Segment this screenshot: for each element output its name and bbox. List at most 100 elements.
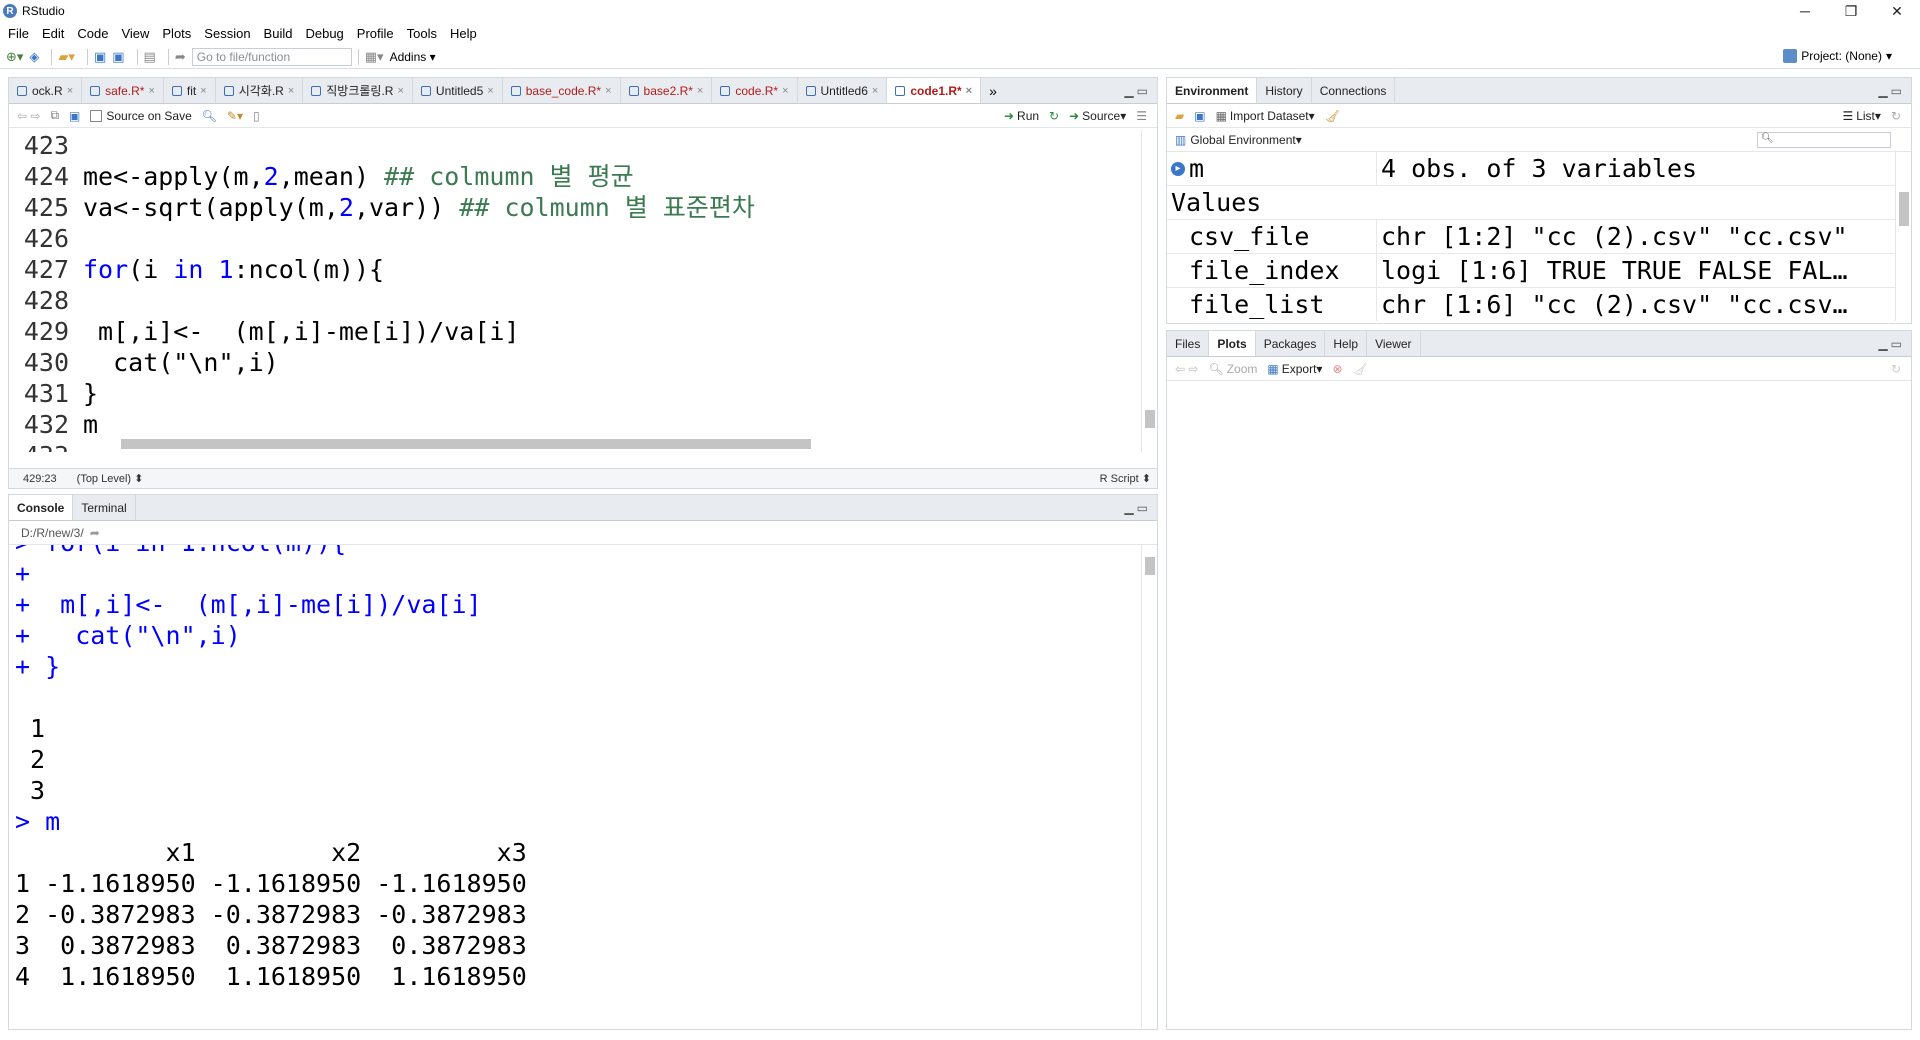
- code-line[interactable]: 431}: [9, 378, 1141, 409]
- pane-layout-icon[interactable]: ▦▾: [365, 49, 384, 65]
- project-menu[interactable]: Project: (None) ▾: [1783, 49, 1892, 63]
- code-line[interactable]: 428: [9, 285, 1141, 316]
- tab-untitled6[interactable]: Untitled6 ×: [798, 78, 888, 103]
- pane-maximize-icon[interactable]: ▁▭: [1878, 84, 1905, 98]
- close-tab-icon[interactable]: ×: [605, 85, 611, 97]
- outline-icon[interactable]: ☰: [1136, 109, 1147, 123]
- addins-menu[interactable]: Addins ▾: [390, 50, 436, 64]
- source-on-save-checkbox[interactable]: Source on Save: [90, 109, 192, 123]
- tab-history[interactable]: History: [1257, 78, 1312, 103]
- new-file-icon[interactable]: ⊕▾: [6, 49, 23, 65]
- tab-ock-r[interactable]: ock.R ×: [9, 78, 83, 103]
- menu-code[interactable]: Code: [77, 26, 108, 41]
- environment-vertical-scrollbar[interactable]: [1895, 152, 1911, 321]
- console-output[interactable]: > for(i in 1:ncol(m)){++ m[,i]<- (m[,i]-…: [9, 545, 1141, 1027]
- print-icon[interactable]: ▤: [144, 49, 156, 65]
- close-tab-icon[interactable]: ×: [782, 85, 788, 97]
- close-tab-icon[interactable]: ×: [148, 85, 154, 97]
- env-value-row[interactable]: file_list chr [1:6] "cc (2).csv" "cc.csv…: [1167, 287, 1895, 321]
- scroll-thumb[interactable]: [1145, 410, 1155, 428]
- export-button[interactable]: ▦ Export ▾: [1267, 362, 1322, 376]
- menu-session[interactable]: Session: [204, 26, 250, 41]
- menu-tools[interactable]: Tools: [407, 26, 437, 41]
- view-mode-button[interactable]: ☰ List ▾: [1842, 109, 1880, 123]
- code-editor[interactable]: 423 424 me<-apply(m,2,mean) ## colmumn 별 평…: [9, 130, 1141, 452]
- tab-environment[interactable]: Environment: [1167, 78, 1258, 103]
- load-workspace-icon[interactable]: ▰: [1175, 109, 1184, 123]
- tab-terminal[interactable]: Terminal: [73, 495, 136, 520]
- tab-safe-r-[interactable]: safe.R* ×: [82, 78, 164, 103]
- tab-connections[interactable]: Connections: [1312, 78, 1396, 103]
- tab-help[interactable]: Help: [1325, 331, 1368, 356]
- menu-plots[interactable]: Plots: [162, 26, 191, 41]
- file-type-selector[interactable]: R Script ⬍: [1100, 472, 1151, 485]
- refresh-plots-icon[interactable]: ↻: [1891, 362, 1901, 376]
- code-line[interactable]: 424 me<-apply(m,2,mean) ## colmumn 별 평균: [9, 161, 1141, 192]
- save-file-icon[interactable]: ▣: [69, 109, 80, 123]
- menu-file[interactable]: File: [8, 26, 29, 41]
- expand-icon[interactable]: ▸: [1171, 161, 1185, 176]
- close-tab-icon[interactable]: ×: [397, 85, 403, 97]
- save-workspace-icon[interactable]: ▣: [1194, 109, 1205, 123]
- goto-directory-icon[interactable]: ➦: [90, 526, 100, 540]
- env-value-row[interactable]: file_index logi [1:6] TRUE TRUE FALSE FAL…: [1167, 253, 1895, 288]
- tab-viewer[interactable]: Viewer: [1367, 331, 1421, 356]
- tab-직방크롤링-r[interactable]: 직방크롤링.R ×: [303, 78, 413, 103]
- close-tab-icon[interactable]: ×: [966, 85, 972, 97]
- close-tab-icon[interactable]: ×: [697, 85, 703, 97]
- clear-workspace-icon[interactable]: 🧹︎: [1325, 109, 1340, 123]
- code-line[interactable]: 425 va<-sqrt(apply(m,2,var)) ## colmumn 별…: [9, 192, 1141, 223]
- tab-packages[interactable]: Packages: [1256, 331, 1326, 356]
- tab-untitled5[interactable]: Untitled5 ×: [413, 78, 503, 103]
- tab-base-code-r-[interactable]: base_code.R* ×: [503, 78, 621, 103]
- close-tab-icon[interactable]: ×: [67, 85, 73, 97]
- close-button[interactable]: ✕: [1874, 0, 1920, 22]
- scroll-thumb[interactable]: [121, 439, 811, 449]
- close-tab-icon[interactable]: ×: [200, 85, 206, 97]
- close-tab-icon[interactable]: ×: [288, 85, 294, 97]
- menu-profile[interactable]: Profile: [357, 26, 394, 41]
- import-dataset-button[interactable]: ▦ Import Dataset ▾: [1216, 109, 1315, 123]
- environment-search-input[interactable]: 🔍︎: [1757, 132, 1891, 148]
- restore-button[interactable]: ❐: [1828, 0, 1874, 22]
- compile-report-icon[interactable]: ▯: [253, 109, 260, 123]
- tab-base2-r-[interactable]: base2.R* ×: [621, 78, 713, 103]
- tab-fit[interactable]: fit ×: [164, 78, 216, 103]
- code-line[interactable]: 423: [9, 130, 1141, 161]
- close-tab-icon[interactable]: ×: [487, 85, 493, 97]
- previous-plot-icon[interactable]: ⇦ ⇨: [1175, 362, 1198, 376]
- tab-files[interactable]: Files: [1167, 331, 1210, 356]
- save-all-icon[interactable]: ▣: [112, 49, 124, 65]
- menu-edit[interactable]: Edit: [42, 26, 64, 41]
- zoom-button[interactable]: 🔍︎ Zoom: [1208, 362, 1257, 376]
- run-button[interactable]: ➜ Run: [1004, 109, 1039, 123]
- pane-maximize-icon[interactable]: ▁▭: [1878, 337, 1905, 351]
- remove-plot-icon[interactable]: ⊗: [1332, 362, 1342, 376]
- code-line[interactable]: 426: [9, 223, 1141, 254]
- pane-maximize-icon[interactable]: ▁▭: [1124, 501, 1151, 515]
- refresh-icon[interactable]: ↻: [1891, 109, 1901, 123]
- console-vertical-scrollbar[interactable]: [1141, 545, 1157, 1027]
- find-icon[interactable]: 🔍︎: [202, 109, 217, 123]
- menu-build[interactable]: Build: [264, 26, 293, 41]
- menu-debug[interactable]: Debug: [305, 26, 343, 41]
- editor-horizontal-scrollbar[interactable]: [99, 436, 1141, 452]
- env-object-name[interactable]: ▸ m: [1167, 152, 1377, 186]
- menu-help[interactable]: Help: [450, 26, 477, 41]
- env-data-row[interactable]: ▸ m 4 obs. of 3 variables: [1167, 152, 1895, 186]
- tab-console[interactable]: Console: [9, 495, 74, 520]
- source-button[interactable]: ➜ Source ▾: [1069, 109, 1126, 123]
- show-in-window-icon[interactable]: ⧉: [50, 108, 59, 123]
- more-tabs-icon[interactable]: »: [981, 83, 1005, 99]
- pane-maximize-icon[interactable]: ▁▭: [1124, 84, 1151, 98]
- save-icon[interactable]: ▣: [94, 49, 106, 65]
- tab-plots[interactable]: Plots: [1209, 331, 1256, 356]
- minimize-button[interactable]: ─: [1782, 0, 1828, 22]
- tab-code1-r-[interactable]: code1.R* ×: [887, 78, 982, 103]
- scroll-thumb[interactable]: [1899, 192, 1909, 226]
- scope-selector[interactable]: (Top Level) ⬍: [77, 472, 144, 485]
- open-file-icon[interactable]: ▰▾: [58, 49, 75, 65]
- goto-file-input[interactable]: Go to file/function: [191, 47, 352, 66]
- code-line[interactable]: 429 m[,i]<- (m[,i]-me[i])/va[i]: [9, 316, 1141, 347]
- back-icon[interactable]: ⇦ ⇨: [17, 109, 40, 123]
